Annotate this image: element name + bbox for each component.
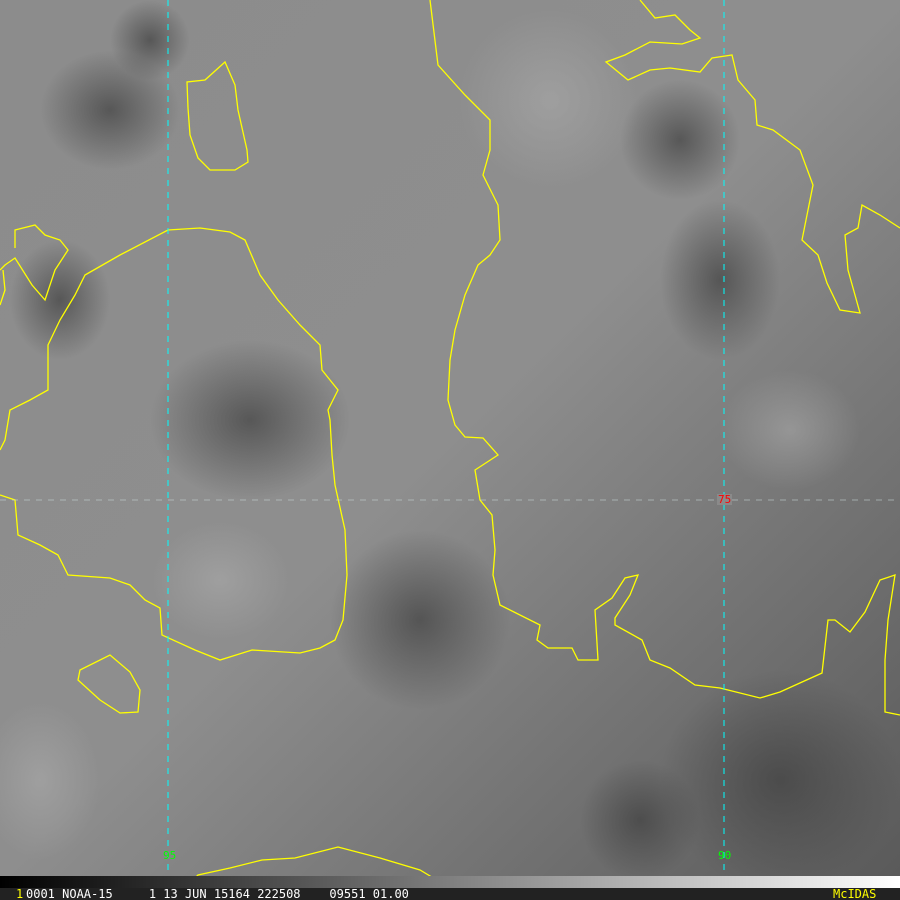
image-info: 0001 NOAA-15 1 13 JUN 15164 222508 09551… [26,887,409,900]
satellite-image [0,0,900,890]
latitude-label: 75 [717,493,733,506]
longitude-label-90: 90 [718,849,732,862]
satellite-image-viewer: 75 95 90 1 0001 NOAA-15 1 13 JUN 15164 2… [0,0,900,900]
mcidas-brand: McIDAS [833,887,877,900]
status-bar: 1 0001 NOAA-15 1 13 JUN 15164 222508 095… [0,888,900,900]
longitude-label-95: 95 [163,849,177,862]
frame-number: 1 [16,887,24,900]
